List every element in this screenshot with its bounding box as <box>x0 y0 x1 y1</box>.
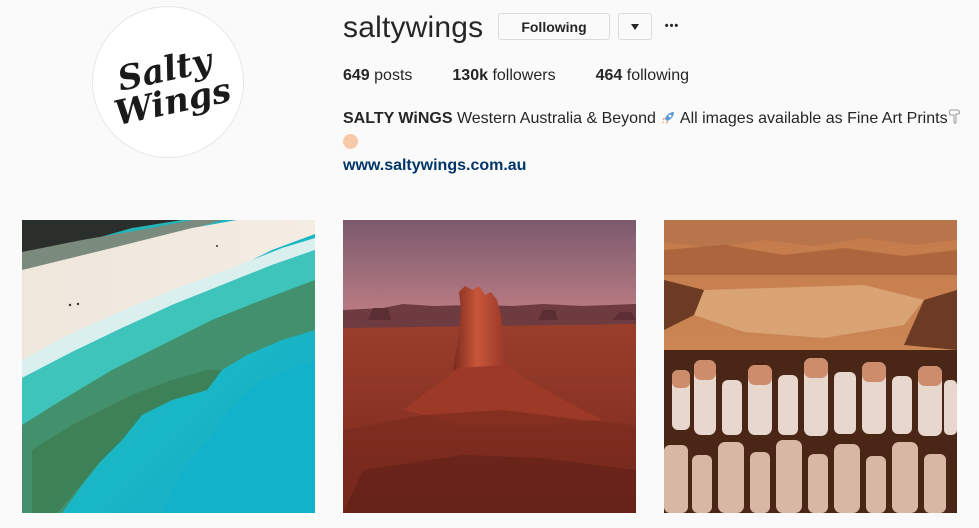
ellipsis-icon: ••• <box>664 20 680 32</box>
post-tile-beach[interactable] <box>22 220 315 513</box>
website-link[interactable]: www.saltywings.com.au <box>343 156 526 176</box>
salty-wings-logo-icon: Salty Wings <box>111 40 235 134</box>
posts-count: 649 <box>343 67 370 84</box>
following-count: 464 <box>595 67 623 84</box>
more-options-button[interactable]: ••• <box>660 14 684 38</box>
following-stat-label: following <box>626 67 690 84</box>
post-tile-canyon[interactable] <box>664 220 957 513</box>
beach-aerial-photo <box>22 220 315 513</box>
peach-emoji-icon <box>343 134 358 149</box>
desert-butte-photo <box>343 220 636 513</box>
pointing-down-icon <box>948 108 962 132</box>
followers-label: followers <box>492 67 556 84</box>
followers-stat[interactable]: 130k followers <box>452 66 555 86</box>
bio-name: SALTY WiNGS <box>343 110 453 127</box>
following-button[interactable]: Following <box>498 13 610 40</box>
rocket-icon <box>660 110 676 132</box>
bio-text-part1: Western Australia & Beyond <box>456 110 656 127</box>
triangle-down-icon <box>631 23 639 30</box>
canyon-hoodoos-photo <box>664 220 957 513</box>
profile-avatar[interactable]: Salty Wings <box>92 6 244 158</box>
following-stat[interactable]: 464 following <box>596 66 689 86</box>
followers-count: 130k <box>452 67 488 84</box>
follow-options-dropdown-button[interactable] <box>618 13 652 40</box>
profile-bio: SALTY WiNGS Western Australia & Beyond A… <box>343 108 962 132</box>
profile-username: saltywings <box>343 11 484 44</box>
post-tile-desert[interactable] <box>343 220 636 513</box>
posts-stat: 649 posts <box>343 66 412 86</box>
profile-stats: 649 posts 130k followers 464 following <box>343 66 729 86</box>
posts-label: posts <box>374 67 413 84</box>
bio-text-part2: All images available as Fine Art Prints <box>679 110 948 127</box>
